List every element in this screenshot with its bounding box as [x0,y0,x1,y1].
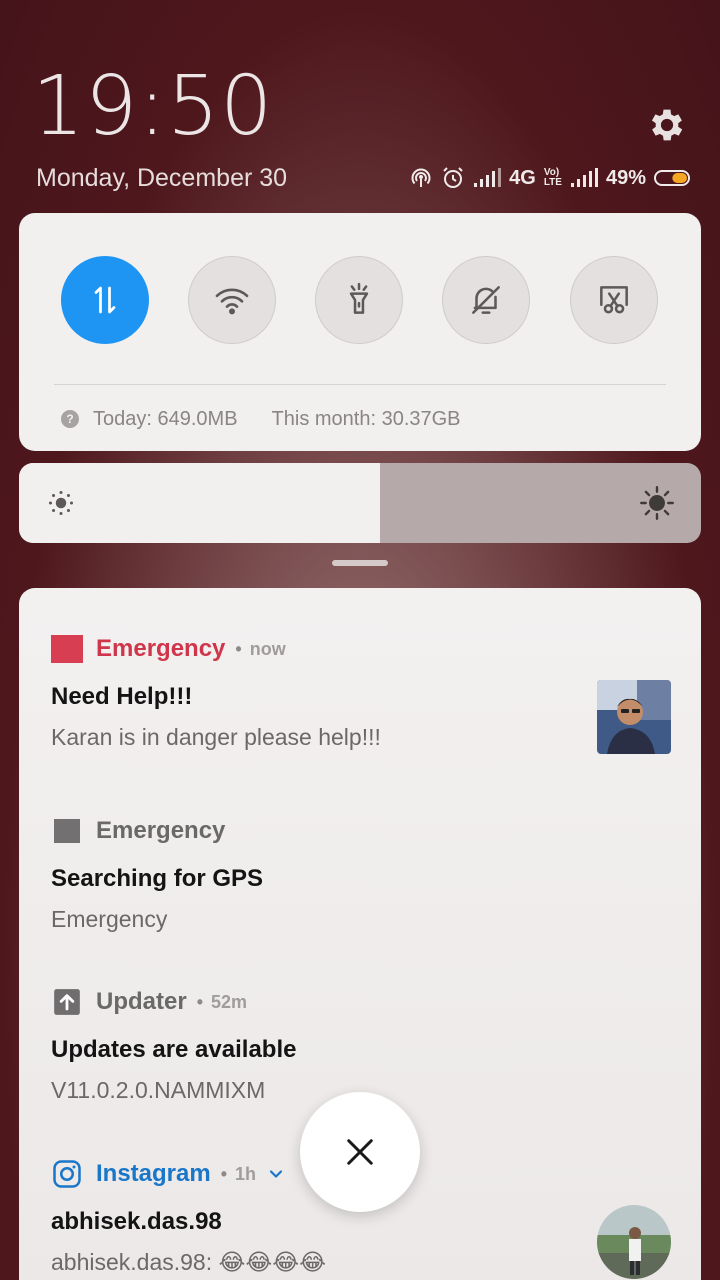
volte-indicator: Vo) LTE [544,168,562,188]
help-icon: ? [61,410,79,428]
battery-icon [654,168,692,188]
notification-text: Karan is in danger please help!!! [51,724,381,750]
contact-photo [597,680,671,754]
app-name: Instagram [96,1160,211,1187]
date[interactable]: Monday, December 30 [36,164,287,193]
alarm-icon [441,166,465,190]
app-name: Emergency [96,635,226,662]
drag-handle[interactable] [332,560,388,566]
notification-text: abhisek.das.98: 😂😂😂😂 [51,1249,327,1275]
wifi-icon [215,288,249,315]
expand-chevron-icon[interactable] [266,1164,286,1184]
notification-time: 52m [211,991,248,1012]
instagram-icon [51,1158,83,1190]
notification-header: Emergency • now [51,632,671,666]
notification-header: Updater • 52m [51,985,671,1019]
notification-text: Emergency [51,906,168,932]
notification-title: Updates are available [51,1036,297,1063]
hotspot-icon [409,166,433,190]
brightness-high-icon [640,486,674,520]
notification-time: now [249,638,286,659]
clear-all-button[interactable] [300,1092,420,1212]
settings-button[interactable] [642,100,692,150]
notification-emergency-help[interactable]: Emergency • now Need Help!!! Karan is in… [51,632,671,754]
app-name: Updater [96,988,187,1015]
flashlight-toggle[interactable] [315,256,403,344]
notification-time: 1h [235,1163,257,1184]
silent-toggle[interactable] [442,256,530,344]
notification-title: Searching for GPS [51,865,264,892]
notification-updater[interactable]: Updater • 52m Updates are available V11.… [51,985,671,1104]
notification-title: abhisek.das.98 [51,1208,222,1235]
signal-icon-2 [570,168,598,188]
notification-title: Need Help!!! [51,683,193,710]
notification-emergency-gps[interactable]: Emergency Searching for GPS Emergency [51,814,671,933]
flashlight-icon [349,282,369,314]
volte-bottom: LTE [543,177,562,188]
data-arrows-icon [94,286,116,314]
battery-percent: 49% [605,166,646,189]
wifi-toggle[interactable] [188,256,276,344]
brightness-slider[interactable] [19,463,701,543]
clock[interactable]: 19:50 [32,66,273,148]
signal-icon [473,168,502,188]
screenshot-icon [600,286,628,314]
close-icon [347,1139,373,1165]
brightness-low-icon [48,490,74,516]
screenshot-toggle[interactable] [570,256,658,344]
bell-off-icon [472,286,500,314]
mobile-data-toggle[interactable] [61,256,149,344]
divider [54,384,666,385]
app-name: Emergency [96,817,226,844]
quick-settings-panel: ? Today: 649.0MB This month: 30.37GB [19,213,701,451]
emergency-square-icon [51,815,83,847]
upload-arrow-icon [51,986,83,1018]
emergency-square-icon [51,633,83,665]
data-usage[interactable]: ? Today: 649.0MB This month: 30.37GB [61,406,461,432]
gear-icon [651,109,683,141]
notification-header: Emergency [51,814,671,848]
network-type: 4G [509,166,536,189]
data-today: Today: 649.0MB [93,407,238,430]
status-bar: 4G Vo) LTE 49% [409,163,692,193]
sender-avatar [597,1205,671,1279]
data-month: This month: 30.37GB [271,407,461,430]
